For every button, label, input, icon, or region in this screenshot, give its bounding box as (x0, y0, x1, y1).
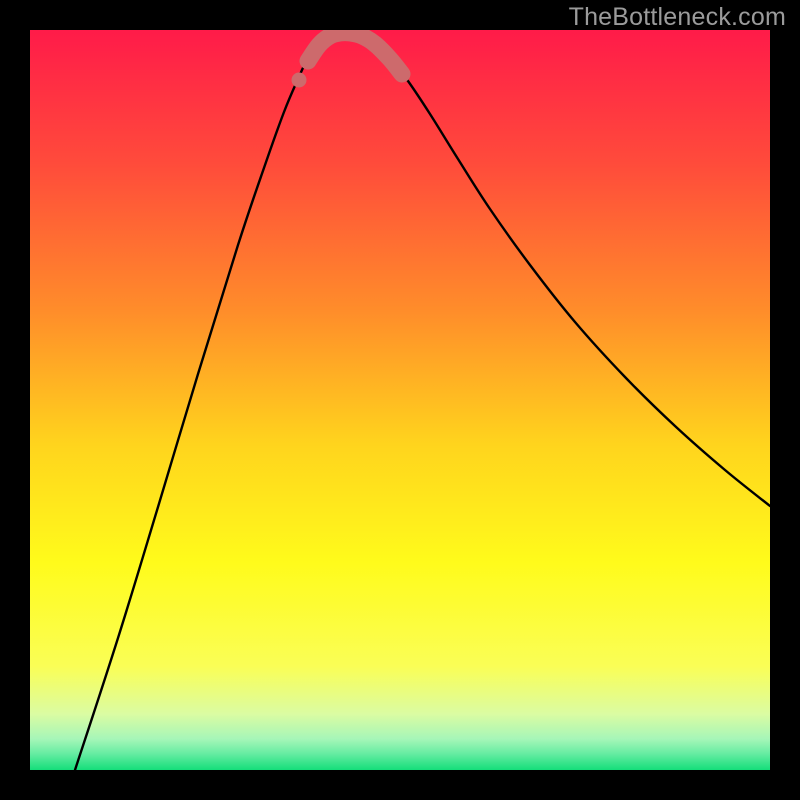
watermark-text: TheBottleneck.com (569, 3, 786, 32)
lead-dot (292, 73, 307, 88)
chart-frame (30, 30, 770, 770)
bottleneck-chart (30, 30, 770, 770)
gradient-background (30, 30, 770, 770)
